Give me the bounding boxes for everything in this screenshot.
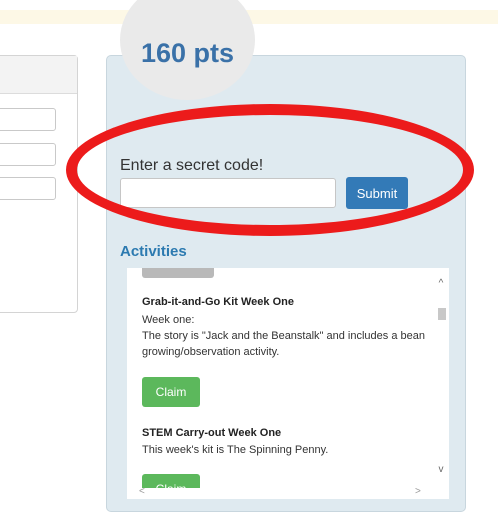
scroll-up-icon[interactable]: ^ bbox=[436, 278, 446, 289]
left-input-field-3[interactable] bbox=[0, 177, 56, 200]
activity-description: The story is "Jack and the Beanstalk" an… bbox=[142, 330, 425, 358]
scroll-thumb[interactable] bbox=[438, 308, 446, 320]
vertical-scrollbar[interactable]: ^ v bbox=[433, 268, 449, 488]
submit-code-button[interactable]: Submit bbox=[346, 177, 408, 209]
secret-code-input[interactable] bbox=[120, 178, 336, 208]
activities-list[interactable]: Grab-it-and-Go Kit Week One Week one: Th… bbox=[127, 268, 449, 499]
left-input-field-2[interactable] bbox=[0, 143, 56, 166]
scroll-down-icon[interactable]: v bbox=[436, 464, 446, 475]
previous-item-button-stub[interactable] bbox=[142, 268, 214, 278]
claim-button[interactable]: Claim bbox=[142, 377, 200, 407]
activity-description: Week one: bbox=[142, 314, 195, 326]
activity-title: Grab-it-and-Go Kit Week One bbox=[142, 296, 294, 308]
activity-title: STEM Carry-out Week One bbox=[142, 427, 282, 439]
activity-description: This week's kit is The Spinning Penny. bbox=[142, 444, 329, 456]
scroll-left-icon[interactable]: < bbox=[139, 486, 145, 497]
activities-scroll-area: Grab-it-and-Go Kit Week One Week one: Th… bbox=[127, 268, 433, 488]
left-panel-header bbox=[0, 56, 77, 94]
activities-heading: Activities bbox=[120, 243, 187, 260]
left-form-panel bbox=[0, 55, 78, 313]
secret-code-label: Enter a secret code! bbox=[120, 157, 264, 174]
left-input-field-1[interactable] bbox=[0, 108, 56, 131]
claim-button[interactable]: Claim bbox=[142, 474, 200, 488]
scroll-right-icon[interactable]: > bbox=[415, 486, 421, 497]
points-total: 160 pts bbox=[140, 38, 235, 68]
horizontal-scrollbar[interactable]: < > bbox=[127, 486, 433, 499]
